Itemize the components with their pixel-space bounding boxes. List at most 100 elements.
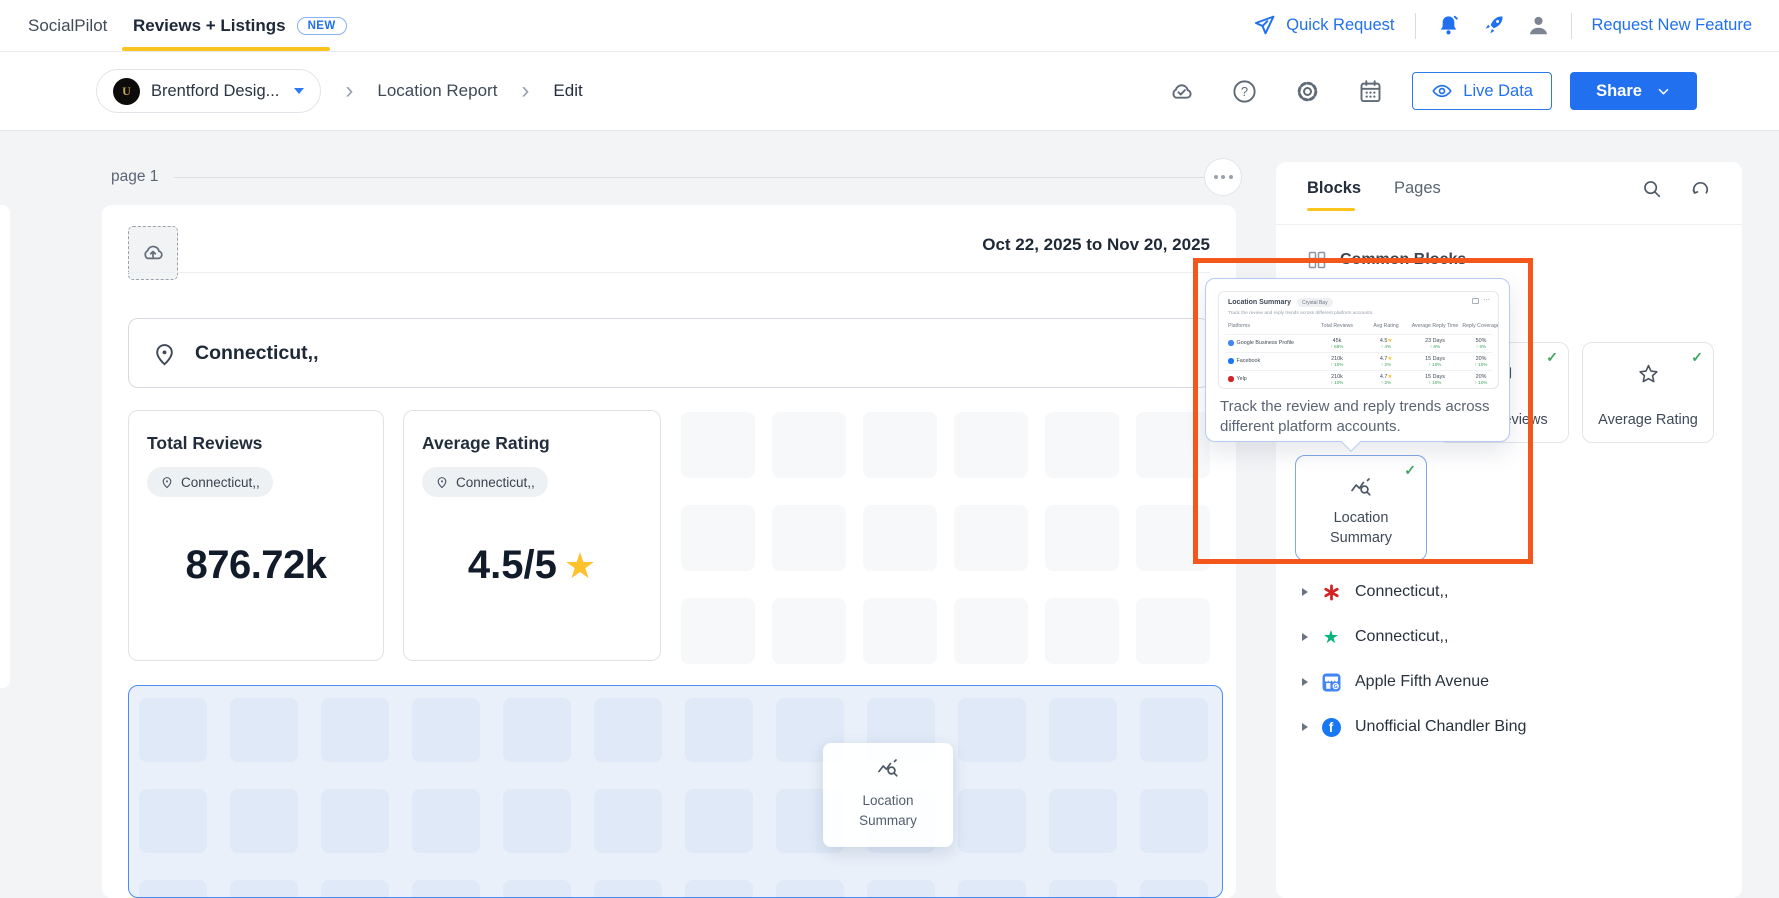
map-pin-icon: [435, 475, 449, 489]
expand-caret-icon[interactable]: [1302, 678, 1308, 686]
active-tab-underline: [122, 47, 330, 51]
placeholder-block: [685, 698, 753, 762]
preview-location-badge: Crystal Bay: [1297, 298, 1333, 307]
block-location-summary[interactable]: ✓ Location Summary: [1295, 455, 1427, 561]
eye-icon: [1431, 80, 1453, 102]
placeholder-block: [958, 789, 1026, 853]
placeholder-block: [863, 598, 937, 664]
account-selector[interactable]: U Brentford Desig...: [96, 69, 322, 113]
placeholder-block: [1140, 880, 1208, 897]
rocket-icon[interactable]: [1481, 13, 1506, 38]
reset-loop-icon[interactable]: [1689, 178, 1712, 201]
placeholder-block: [1136, 598, 1210, 664]
account-name: Brentford Desig...: [151, 81, 280, 100]
page-divider-line: [174, 176, 1204, 178]
placeholder-block: [958, 880, 1026, 897]
expand-caret-icon[interactable]: [1302, 633, 1308, 641]
total-reviews-card[interactable]: Total Reviews Connecticut,, 876.72k: [128, 410, 384, 661]
placeholder-block: [503, 880, 571, 897]
ghost-label-line2: Summary: [859, 813, 917, 828]
divider: [128, 272, 1210, 273]
placeholder-block: [230, 789, 298, 853]
location-item-yelp-connecticut[interactable]: Connecticut,,: [1302, 579, 1448, 605]
quick-request-link[interactable]: Quick Request: [1252, 13, 1395, 38]
report-canvas: Oct 22, 2025 to Nov 20, 2025 Connecticut…: [102, 205, 1236, 898]
page-label: page 1: [111, 168, 159, 185]
placeholder-block: [1049, 880, 1117, 897]
preview-col-header: Platforms: [1228, 323, 1250, 329]
preview-subtitle: Track the review and reply trends across…: [1228, 311, 1374, 316]
brand-logo[interactable]: SocialPilot: [28, 0, 107, 51]
settings-gear-icon[interactable]: [1294, 78, 1321, 105]
placeholder-block: [1045, 412, 1119, 478]
share-button[interactable]: Share: [1570, 72, 1697, 110]
send-icon: [1252, 13, 1277, 38]
block-label: Average Rating: [1598, 412, 1698, 428]
chart-magnifier-icon: [1296, 476, 1426, 500]
ghost-label-line1: Location: [862, 793, 914, 808]
preview-row-yelp: Yelp 210k ↑ 10% 4.7★ ↑ 2% 15 Days ↑ 10% 20%…: [1225, 370, 1492, 387]
calendar-icon[interactable]: [1357, 78, 1384, 105]
placeholder-block: [230, 880, 298, 897]
divider: [1570, 12, 1572, 39]
location-header-block[interactable]: Connecticut,,: [128, 318, 1210, 388]
location-pill-label: Connecticut,,: [456, 474, 535, 490]
preview-actions: ⋯: [1472, 297, 1490, 304]
preview-col-header: Reply Coverage: [1462, 323, 1499, 329]
location-item-unofficial-chandler-bing[interactable]: f Unofficial Chandler Bing: [1302, 714, 1526, 740]
skeleton-grid-main: [681, 412, 1210, 664]
breadcrumb-chevron-icon: ›: [521, 77, 530, 104]
placeholder-block: [1140, 789, 1208, 853]
preview-row-google: Google Business Profile 45k ↑ 68% 4.5★ ↑ 4…: [1225, 334, 1492, 351]
placeholder-block: [1045, 598, 1119, 664]
expand-caret-icon[interactable]: [1302, 723, 1308, 731]
expand-caret-icon[interactable]: [1302, 588, 1308, 596]
svg-text:G: G: [1333, 683, 1337, 689]
location-name: Unofficial Chandler Bing: [1355, 718, 1527, 735]
profile-icon[interactable]: [1526, 13, 1551, 38]
placeholder-block: [867, 880, 935, 897]
preview-col-header: Average Reply Time: [1411, 323, 1459, 329]
tab-reviews-listings[interactable]: Reviews + Listings NEW: [133, 0, 347, 51]
layout-icon: [1472, 298, 1479, 304]
location-summary-drop-target[interactable]: Location Summary: [128, 685, 1223, 898]
tab-pages[interactable]: Pages: [1394, 179, 1441, 198]
placeholder-block: [681, 412, 755, 478]
placeholder-block: [594, 698, 662, 762]
placeholder-block: [772, 598, 846, 664]
breadcrumb-edit: Edit: [553, 81, 583, 100]
header-action-icons: ?: [1168, 78, 1384, 105]
placeholder-block: [503, 789, 571, 853]
location-name: Connecticut,,: [195, 341, 319, 364]
quick-request-label: Quick Request: [1286, 16, 1395, 34]
placeholder-block: [954, 505, 1028, 571]
live-data-button[interactable]: Live Data: [1412, 72, 1552, 110]
tab-blocks[interactable]: Blocks: [1307, 179, 1361, 198]
cloud-saved-icon[interactable]: [1168, 78, 1195, 105]
average-rating-card[interactable]: Average Rating Connecticut,, 4.5/5 ★: [403, 410, 661, 661]
location-item-trustpilot-connecticut[interactable]: ★ Connecticut,,: [1302, 624, 1448, 650]
placeholder-block: [412, 880, 480, 897]
location-summary-drag-ghost: Location Summary: [823, 743, 953, 847]
page-more-options-button[interactable]: [1204, 158, 1242, 196]
placeholder-block: [776, 880, 844, 897]
placeholder-block: [1136, 412, 1210, 478]
search-icon[interactable]: [1641, 178, 1663, 201]
blocks-grid-icon: [1307, 250, 1327, 270]
chart-magnifier-icon: [823, 757, 953, 781]
placeholder-block: [230, 698, 298, 762]
breadcrumb-location-report[interactable]: Location Report: [377, 81, 497, 101]
average-rating-value: 4.5/5: [467, 543, 557, 587]
preview-row-facebook: Facebook 210k ↑ 10% 4.7★ ↑ 2% 15 Days ↑ 10%…: [1225, 352, 1492, 369]
placeholder-block: [594, 789, 662, 853]
svg-text:?: ?: [1241, 84, 1248, 99]
notifications-bell-icon[interactable]: [1436, 13, 1461, 38]
location-item-apple-fifth-avenue[interactable]: G Apple Fifth Avenue: [1302, 669, 1489, 695]
help-icon[interactable]: ?: [1231, 78, 1258, 105]
request-new-feature-link[interactable]: Request New Feature: [1592, 16, 1753, 35]
location-pill: Connecticut,,: [147, 467, 273, 497]
location-name: Connecticut,,: [1355, 583, 1449, 600]
block-average-rating[interactable]: ✓ Average Rating: [1582, 342, 1714, 443]
map-pin-icon: [151, 340, 178, 367]
tab-label: Reviews + Listings: [133, 15, 286, 35]
